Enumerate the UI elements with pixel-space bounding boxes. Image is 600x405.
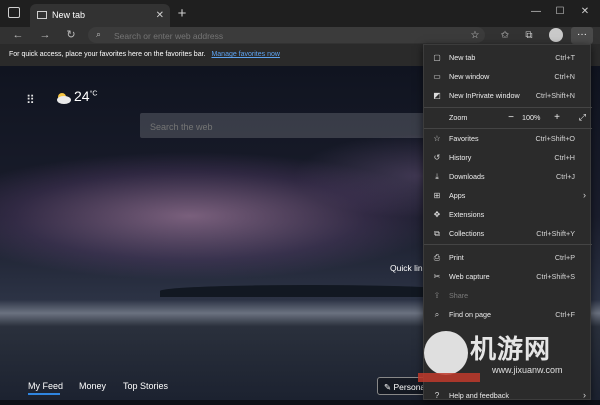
menu-item-new-inprivate[interactable]: ◩ New InPrivate window Ctrl+Shift+N: [424, 86, 592, 105]
new-tab-icon: ▢: [433, 53, 441, 62]
weather-temperature: 24°C: [74, 88, 98, 104]
back-icon[interactable]: ←: [10, 27, 26, 44]
zoom-out-icon[interactable]: −: [504, 108, 518, 127]
download-icon: ⤓: [435, 172, 439, 181]
watermark-banner: [418, 373, 480, 382]
tab-my-feed[interactable]: My Feed: [28, 381, 63, 391]
menu-item-find-on-page[interactable]: ⌕ Find on page Ctrl+F: [424, 305, 592, 324]
capture-icon: ✂: [433, 272, 441, 281]
tab-money[interactable]: Money: [79, 381, 106, 391]
profile-avatar[interactable]: [549, 28, 563, 42]
manage-favorites-link[interactable]: Manage favorites now: [211, 51, 279, 58]
address-input[interactable]: [112, 27, 456, 45]
menu-item-new-window[interactable]: ▭ New window Ctrl+N: [424, 67, 592, 86]
menu-item-history[interactable]: ↺ History Ctrl+H: [424, 148, 592, 167]
settings-more-button[interactable]: ···: [571, 27, 593, 44]
forward-icon[interactable]: →: [37, 27, 53, 44]
menu-item-collections[interactable]: ⧉ Collections Ctrl+Shift+Y: [424, 224, 592, 243]
watermark-text: 机游网: [470, 335, 552, 365]
tab-favicon-icon: [37, 11, 47, 19]
zoom-value: 100%: [522, 113, 541, 122]
tab-actions-icon[interactable]: [8, 7, 20, 18]
inprivate-icon: ◩: [433, 91, 441, 100]
web-search-box[interactable]: [140, 113, 430, 138]
menu-separator: [424, 244, 592, 245]
tab-top-stories[interactable]: Top Stories: [123, 381, 168, 391]
extensions-icon: ✥: [433, 210, 441, 219]
maximize-button[interactable]: ☐: [549, 4, 571, 20]
mountain-silhouette: [160, 285, 460, 297]
close-window-button[interactable]: ✕: [574, 4, 596, 20]
address-bar[interactable]: ⌕: [88, 27, 485, 45]
favorites-bar-hint: For quick access, place your favorites h…: [9, 51, 206, 58]
tab-new-tab[interactable]: New tab ✕: [30, 4, 170, 27]
menu-item-web-capture[interactable]: ✂ Web capture Ctrl+Shift+S: [424, 267, 592, 286]
new-tab-button[interactable]: +: [174, 5, 190, 23]
web-search-input[interactable]: [148, 118, 422, 135]
menu-item-share: ⇪ Share: [424, 286, 592, 305]
watermark-logo: [424, 331, 468, 375]
menu-item-print[interactable]: ⎙ Print Ctrl+P: [424, 248, 592, 267]
zoom-in-icon[interactable]: +: [550, 108, 564, 127]
window-icon: ▭: [433, 72, 441, 81]
apps-icon: ⊞: [433, 191, 441, 200]
help-icon: ?: [434, 391, 440, 400]
add-favorite-icon[interactable]: ☆: [467, 27, 483, 44]
app-launcher-icon[interactable]: ⠿: [26, 93, 40, 107]
tab-title: New tab: [52, 10, 86, 20]
weather-icon: [57, 93, 71, 104]
collections-icon: ⧉: [434, 229, 440, 238]
quick-links-label[interactable]: Quick link: [390, 263, 427, 273]
menu-item-favorites[interactable]: ☆ Favorites Ctrl+Shift+O: [424, 129, 592, 148]
watermark-url: www.jixuanw.com: [492, 365, 563, 375]
chevron-right-icon: ›: [583, 190, 586, 200]
fullscreen-icon[interactable]: ⤢: [579, 108, 586, 127]
favorites-icon[interactable]: ✩: [497, 27, 513, 44]
minimize-button[interactable]: —: [525, 4, 547, 20]
menu-item-new-tab[interactable]: ▢ New tab Ctrl+T: [424, 48, 592, 67]
active-tab-indicator: [28, 393, 60, 395]
menu-item-zoom: Zoom − 100% + ⤢: [424, 108, 592, 127]
print-icon: ⎙: [433, 253, 441, 262]
refresh-icon[interactable]: ↻: [63, 27, 79, 44]
menu-item-help-feedback[interactable]: ? Help and feedback ›: [424, 386, 592, 405]
watermark: 机游网 www.jixuanw.com: [418, 325, 600, 383]
tab-close-icon[interactable]: ✕: [156, 4, 164, 27]
collections-icon[interactable]: ⧉: [521, 27, 537, 44]
menu-item-downloads[interactable]: ⤓ Downloads Ctrl+J: [424, 167, 592, 186]
search-icon: ⌕: [96, 29, 102, 39]
share-icon: ⇪: [433, 291, 441, 300]
chevron-right-icon: ›: [583, 390, 586, 400]
star-icon: ☆: [433, 134, 441, 143]
menu-item-apps[interactable]: ⊞ Apps ›: [424, 186, 592, 205]
find-icon: ⌕: [434, 310, 440, 319]
menu-item-extensions[interactable]: ✥ Extensions: [424, 205, 592, 224]
history-icon: ↺: [433, 153, 441, 162]
